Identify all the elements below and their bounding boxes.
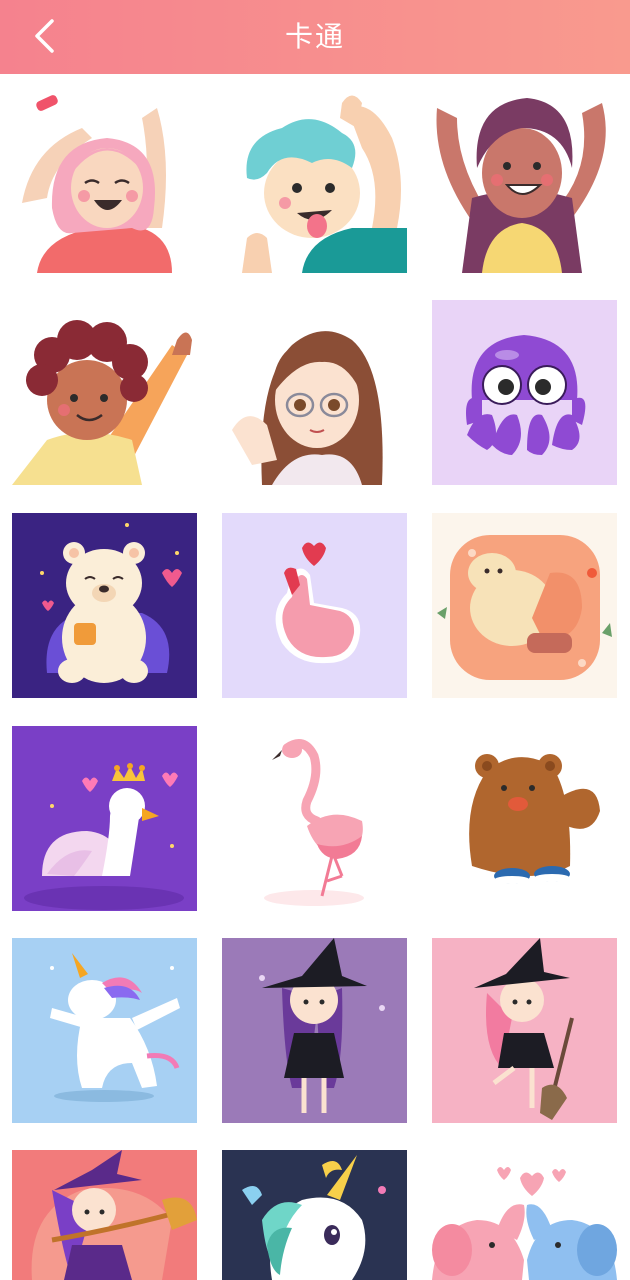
app-header: 卡通 [0,0,630,74]
sticker-cat-sleeping-on-pillow[interactable] [432,513,617,698]
sticker-unicorn-head-night[interactable] [222,1150,407,1280]
sticker-purple-octopus[interactable] [432,300,617,485]
sticker-witch-girl-purple[interactable] [222,938,407,1123]
sticker-polar-bear-with-mug[interactable] [12,513,197,698]
sticker-anime-girl-glasses[interactable] [222,300,407,485]
sticker-swan-with-crown[interactable] [12,726,197,911]
sticker-brown-bear[interactable] [432,726,617,911]
sticker-witch-girl-broom[interactable] [432,938,617,1123]
sticker-finger-heart-hand[interactable] [222,513,407,698]
sticker-pink-flamingo[interactable] [222,726,407,911]
sticker-dancing-pink-hair-girl[interactable] [12,88,197,273]
sticker-curly-hair-boy-waving[interactable] [12,300,197,485]
sticker-witch-girl-with-broom[interactable] [12,1150,197,1280]
page-title: 卡通 [284,20,345,53]
sticker-dabbing-unicorn[interactable] [12,938,197,1123]
sticker-grid [0,74,630,1280]
sticker-girl-long-purple-hair[interactable] [432,88,617,273]
sticker-boy-blue-hair-tongue[interactable] [222,88,407,273]
sticker-elephants-heart-trunks[interactable] [432,1150,617,1280]
